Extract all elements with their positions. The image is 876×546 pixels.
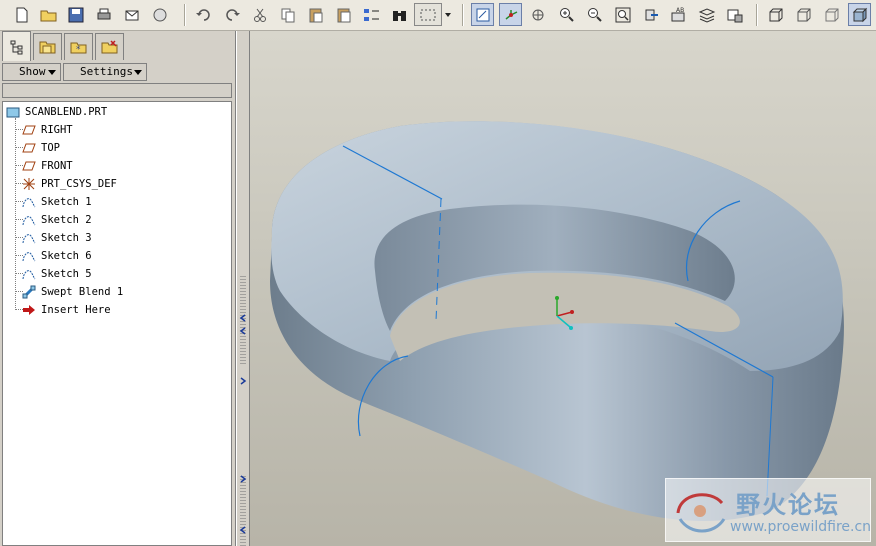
tree-root-label: SCANBLEND.PRT (25, 106, 108, 118)
tree-item-sketch-1[interactable]: Sketch 1 (21, 193, 92, 211)
send-email-icon[interactable] (120, 3, 143, 26)
tree-item-label: Sketch 6 (41, 250, 92, 262)
select-box-icon[interactable] (414, 3, 442, 26)
swept-blend-icon (21, 285, 37, 299)
tree-item-label: Sketch 3 (41, 232, 92, 244)
svg-text:*: * (76, 45, 81, 55)
refit-icon[interactable] (611, 3, 634, 26)
main-toolbar: AB (0, 0, 876, 31)
print-icon[interactable] (92, 3, 115, 26)
navigator-tabs: * (0, 31, 236, 61)
copy-icon[interactable] (276, 3, 299, 26)
tree-item-label: PRT_CSYS_DEF (41, 178, 117, 190)
view-manager-icon[interactable] (723, 3, 746, 26)
tree-item-right[interactable]: RIGHT (21, 121, 73, 139)
insert-arrow-icon (21, 303, 37, 317)
tree-item-label: Swept Blend 1 (41, 286, 124, 298)
sketch-icon (21, 213, 37, 227)
connections-tab[interactable] (95, 33, 124, 60)
tree-item-label: Insert Here (41, 304, 111, 316)
sketch-icon (21, 267, 37, 281)
watermark-title: 野火论坛 (736, 491, 840, 519)
connections-icon (101, 40, 117, 54)
chevron-left-icon[interactable] (239, 526, 247, 534)
model-tree-icon (10, 40, 22, 54)
flame-logo-icon (676, 493, 726, 533)
watermark-url: www.proewildfire.cn (730, 519, 872, 535)
shading-icon[interactable] (848, 3, 871, 26)
datum-plane-icon (21, 141, 37, 155)
undo-icon[interactable] (192, 3, 215, 26)
sketch-icon (21, 195, 37, 209)
tree-item-sketch-5[interactable]: Sketch 5 (21, 265, 92, 283)
tree-item-swept-blend[interactable]: Swept Blend 1 (21, 283, 123, 301)
spin-center-icon[interactable] (499, 3, 522, 26)
chevron-down-icon (134, 70, 142, 75)
paste-special-icon[interactable] (332, 3, 355, 26)
chevron-right-icon[interactable] (239, 475, 247, 483)
part-icon (5, 105, 21, 119)
settings-menu-button[interactable]: Settings (63, 63, 147, 81)
dropdown-arrow-icon[interactable] (442, 3, 454, 26)
chevron-left-icon[interactable] (239, 327, 247, 335)
tree-item-label: Sketch 5 (41, 268, 92, 280)
sketch-icon (21, 231, 37, 245)
view-orientation-icon[interactable] (639, 3, 662, 26)
regenerate-icon[interactable] (360, 3, 383, 26)
layers-icon[interactable] (695, 3, 718, 26)
tree-item-label: TOP (41, 142, 60, 154)
repaint-icon[interactable] (471, 3, 494, 26)
folder-browser-tab[interactable] (33, 33, 62, 60)
show-menu-button[interactable]: Show (2, 63, 61, 81)
open-folder-icon[interactable] (37, 3, 60, 26)
hidden-line-icon[interactable] (792, 3, 815, 26)
datum-plane-icon (21, 123, 37, 137)
favorites-tab[interactable]: * (64, 33, 93, 60)
no-hidden-icon[interactable] (820, 3, 843, 26)
find-icon[interactable] (388, 3, 411, 26)
tree-item-sketch-2[interactable]: Sketch 2 (21, 211, 92, 229)
redo-icon[interactable] (220, 3, 243, 26)
email-attach-icon[interactable] (148, 3, 171, 26)
zoom-in-icon[interactable] (555, 3, 578, 26)
model-tree-tab[interactable] (2, 31, 31, 61)
paste-icon[interactable] (304, 3, 327, 26)
tree-item-sketch-6[interactable]: Sketch 6 (21, 247, 92, 265)
coordinate-system-icon (21, 177, 37, 191)
tree-root-item[interactable]: SCANBLEND.PRT (5, 103, 107, 121)
forum-watermark: 野火论坛 www.proewildfire.cn (665, 478, 871, 542)
svg-text:AB: AB (676, 7, 684, 14)
graphics-viewport[interactable] (250, 31, 876, 546)
tree-item-top[interactable]: TOP (21, 139, 60, 157)
datum-plane-icon (21, 159, 37, 173)
navigator-panel: * Show Settings SCANBLEND.PRT RIGHT TOP (0, 31, 236, 546)
favorites-icon: * (70, 42, 86, 55)
tree-item-label: Sketch 1 (41, 196, 92, 208)
tree-item-front[interactable]: FRONT (21, 157, 73, 175)
tree-item-csys[interactable]: PRT_CSYS_DEF (21, 175, 117, 193)
tree-item-label: Sketch 2 (41, 214, 92, 226)
folder-browser-icon (39, 41, 55, 54)
panel-splitter[interactable] (236, 31, 250, 546)
chevron-down-icon (48, 70, 56, 75)
chevron-left-icon[interactable] (239, 314, 247, 322)
orient-icon[interactable] (527, 3, 550, 26)
tree-item-sketch-3[interactable]: Sketch 3 (21, 229, 92, 247)
zoom-out-icon[interactable] (583, 3, 606, 26)
cut-icon[interactable] (248, 3, 271, 26)
tree-item-label: RIGHT (41, 124, 73, 136)
tree-item-insert-here[interactable]: Insert Here (21, 301, 111, 319)
swept-blend-model[interactable] (250, 31, 876, 546)
show-menu-label: Show (19, 65, 46, 78)
sketch-icon (21, 249, 37, 263)
chevron-right-icon[interactable] (239, 377, 247, 385)
tree-filter-field[interactable] (2, 83, 232, 98)
model-tree: SCANBLEND.PRT RIGHT TOP FRONT PRT_CSYS_D… (2, 101, 232, 546)
new-file-icon[interactable] (10, 3, 33, 26)
save-icon[interactable] (64, 3, 87, 26)
tree-item-label: FRONT (41, 160, 73, 172)
settings-menu-label: Settings (80, 65, 133, 78)
saved-views-icon[interactable]: AB (667, 3, 690, 26)
wireframe-icon[interactable] (764, 3, 787, 26)
